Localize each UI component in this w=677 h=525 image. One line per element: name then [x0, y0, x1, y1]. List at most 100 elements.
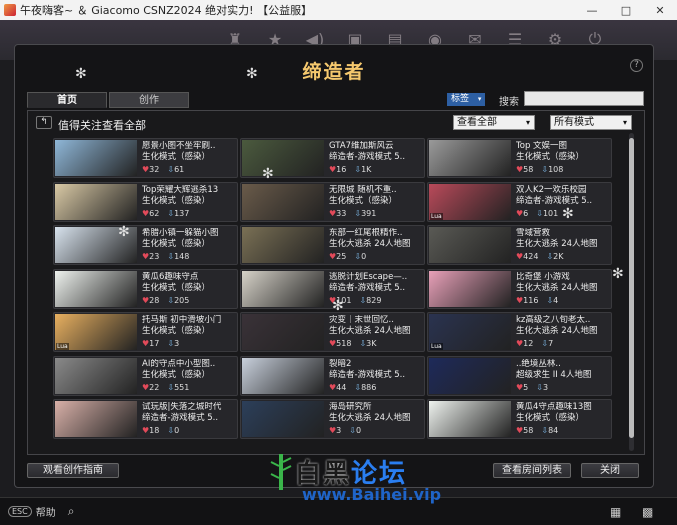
- map-info: Top荣耀大辉逃杀13 生化模式（感染）: [142, 185, 237, 207]
- window-controls: — □ ✕: [575, 0, 677, 20]
- map-card[interactable]: Top 文娱一图 生化模式（感染） ♥58 ⇩108: [427, 138, 612, 178]
- help-label[interactable]: 帮助: [36, 504, 56, 519]
- filter-select-view[interactable]: 查看全部 ▾: [453, 115, 535, 130]
- creation-guide-button[interactable]: 观看创作指南: [27, 463, 119, 478]
- download-count: 886: [361, 382, 377, 392]
- tag-button[interactable]: 标签 ▾: [447, 93, 485, 106]
- maximize-button[interactable]: □: [609, 0, 643, 20]
- map-title: 双人K2一欢乐校园: [516, 184, 587, 195]
- map-info: 试玩版|失落之城时代 缔造者-游戏模式 5..: [142, 402, 237, 424]
- map-stats: ♥58 ⇩84: [516, 426, 558, 435]
- map-card[interactable]: 雪域营救 生化大逃杀 24人地图 ♥424 ⇩2K: [427, 225, 612, 265]
- map-card[interactable]: 试玩版|失落之城时代 缔造者-游戏模式 5.. ♥18 ⇩0: [53, 399, 238, 439]
- snowflake-icon: ✻: [562, 206, 574, 222]
- like-count: 518: [336, 339, 352, 348]
- like-count: 33: [336, 208, 347, 218]
- like-count: 16: [336, 165, 347, 174]
- download-count: 61: [174, 165, 185, 174]
- map-mode: 生化大逃杀 24人地图: [329, 413, 411, 423]
- section-title[interactable]: 值得关注查看全部: [58, 117, 146, 133]
- map-mode: 缔造者-游戏模式 5..: [329, 369, 406, 380]
- chevron-down-icon: ▾: [622, 118, 627, 127]
- map-thumbnail: [55, 140, 137, 176]
- map-mode: 超级求生 II 4人地图: [516, 369, 592, 380]
- map-card[interactable]: 比奇堡 小游戏 生化大逃杀 24人地图 ♥116 ⇩4: [427, 268, 612, 309]
- map-card[interactable]: 黄瓜6趣味守点 生化模式（感染） ♥28 ⇩205: [53, 268, 238, 309]
- map-thumbnail: [429, 270, 511, 307]
- map-mode: 生化模式（感染）: [516, 152, 585, 162]
- close-window-button[interactable]: ✕: [643, 0, 677, 20]
- map-thumbnail: [429, 357, 511, 394]
- map-title: 无限城 随机不重..: [329, 184, 397, 195]
- search-input[interactable]: [524, 91, 644, 106]
- window-titlebar: 午夜嗨客~ ＆ Giacomo CSNZ2024 绝对实力! 【公益服】 — □…: [0, 0, 677, 20]
- like-count: 5: [523, 382, 529, 392]
- scrollbar-thumb[interactable]: [629, 138, 634, 438]
- calendar-icon[interactable]: ▦: [610, 505, 621, 519]
- map-thumbnail: [242, 314, 324, 350]
- snowflake-icon: ✻: [332, 298, 344, 314]
- download-count: 205: [174, 295, 190, 305]
- map-title: 比奇堡 小游戏: [516, 271, 570, 282]
- room-list-button[interactable]: 查看房间列表: [493, 463, 571, 478]
- like-count: 22: [149, 382, 160, 392]
- map-card[interactable]: 东部一红尾根精作.. 生化大逃杀 24人地图 ♥25 ⇩0: [240, 225, 425, 265]
- download-count: 7: [548, 339, 554, 348]
- map-title: 希腊小镇一躲猫小图: [142, 228, 219, 238]
- map-title: kz高级之八旬老太..: [516, 315, 591, 325]
- scrollbar[interactable]: [629, 133, 634, 451]
- chevron-down-icon: ▾: [525, 118, 530, 127]
- map-mode: 缔造者-游戏模式 5..: [329, 282, 406, 293]
- map-stats: ♥12 ⇩7: [516, 339, 553, 348]
- download-count: 4: [553, 295, 559, 305]
- map-card[interactable]: 灾变｜末世回忆.. 生化大逃杀 24人地图 ♥518 ⇩3K: [240, 312, 425, 352]
- map-card[interactable]: 海岛研究所 生化大逃杀 24人地图 ♥3 ⇩0: [240, 399, 425, 439]
- app-icon: [4, 4, 16, 16]
- filter-select-mode[interactable]: 所有模式 ▾: [550, 115, 632, 130]
- map-stats: ♥18 ⇩0: [142, 426, 179, 435]
- map-card[interactable]: 希腊小镇一躲猫小图 生化模式（感染） ♥23 ⇩148: [53, 225, 238, 265]
- map-mode: 生化大逃杀 24人地图: [516, 239, 598, 249]
- close-button[interactable]: 关闭: [581, 463, 639, 478]
- download-count: 0: [361, 252, 367, 261]
- download-count: 551: [174, 382, 190, 392]
- map-card[interactable]: 无限城 随机不重.. 生化模式（感染） ♥33 ⇩391: [240, 181, 425, 222]
- tab-create[interactable]: 创作: [109, 92, 189, 108]
- map-thumbnail: [242, 183, 324, 220]
- tab-home[interactable]: 首页: [27, 92, 107, 108]
- map-card[interactable]: Lua 托马斯 初中滑坡小门 生化模式（感染） ♥17 ⇩3: [53, 312, 238, 352]
- back-button[interactable]: ↰: [36, 116, 52, 129]
- like-count: 28: [149, 295, 160, 305]
- tag-button-label: 标签: [451, 94, 470, 104]
- help-icon[interactable]: ?: [630, 59, 643, 72]
- snowflake-icon: ✻: [246, 66, 258, 82]
- map-card[interactable]: 裂暗2 缔造者-游戏模式 5.. ♥44 ⇩886: [240, 355, 425, 396]
- map-title: 试玩版|失落之城时代: [142, 402, 222, 412]
- map-card[interactable]: Lua 双人K2一欢乐校园 缔造者-游戏模式 5.. ♥6 ⇩101: [427, 181, 612, 222]
- creator-dialog: 缔造者 ? 首页 创作 标签 ▾ 搜索 ↰ 值得关注查看全部 查看全部 ▾ 所有模…: [14, 44, 654, 488]
- film-icon[interactable]: ▩: [642, 505, 653, 519]
- download-count: 0: [174, 426, 180, 435]
- minimize-button[interactable]: —: [575, 0, 609, 20]
- map-mode: 缔造者-游戏模式 5..: [516, 195, 593, 206]
- map-title: 灾变｜末世回忆..: [329, 315, 394, 325]
- map-card[interactable]: 愿景小图不坐牢刷.. 生化模式（感染） ♥32 ⇩61: [53, 138, 238, 178]
- like-count: 18: [149, 426, 160, 435]
- map-thumbnail: [242, 227, 324, 263]
- map-thumbnail: [429, 401, 511, 437]
- map-card[interactable]: ..绝境丛林.. 超级求生 II 4人地图 ♥5 ⇩3: [427, 355, 612, 396]
- map-stats: ♥32 ⇩61: [142, 165, 184, 174]
- like-count: 116: [523, 295, 539, 305]
- map-info: 无限城 随机不重.. 生化模式（感染）: [329, 184, 424, 207]
- map-card[interactable]: Lua kz高级之八旬老太.. 生化大逃杀 24人地图 ♥12 ⇩7: [427, 312, 612, 352]
- map-card[interactable]: Top荣耀大辉逃杀13 生化模式（感染） ♥62 ⇩137: [53, 181, 238, 222]
- map-stats: ♥17 ⇩3: [142, 339, 179, 348]
- map-card[interactable]: AI的守点中小型图.. 生化模式（感染） ♥22 ⇩551: [53, 355, 238, 396]
- map-card[interactable]: 黄瓜4守点趣味13图 生化模式（感染） ♥58 ⇩84: [427, 399, 612, 439]
- map-stats: ♥62 ⇩137: [142, 209, 189, 218]
- download-count: 101: [542, 208, 559, 218]
- map-info: 愿景小图不坐牢刷.. 生化模式（感染）: [142, 141, 237, 163]
- bamboo-logo: [270, 454, 292, 490]
- search-icon[interactable]: ⌕: [68, 504, 75, 519]
- snowflake-icon: ✻: [118, 224, 130, 240]
